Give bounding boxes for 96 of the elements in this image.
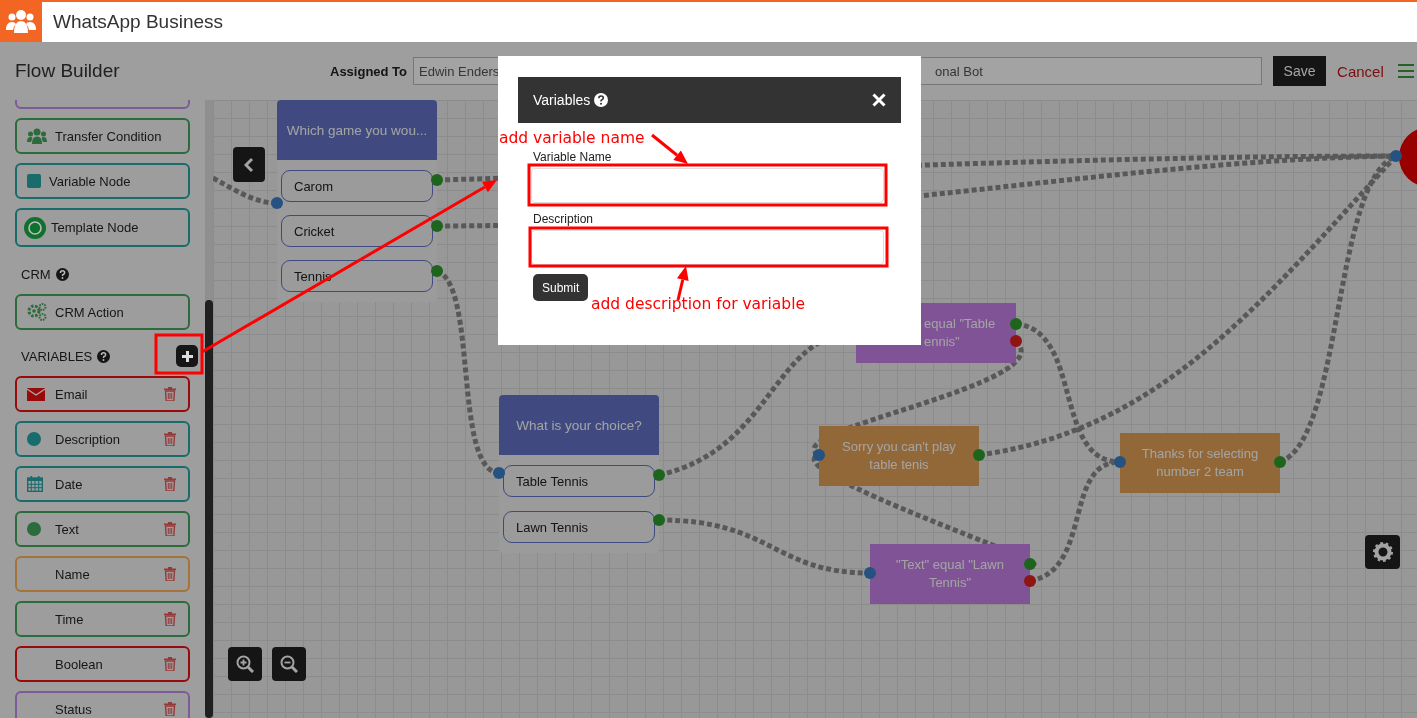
field-label: Assigned To [330,63,408,79]
palette-item[interactable]: CRM Action [15,294,190,330]
envelope-icon [27,387,45,401]
node-text: Thanks for selecting number 2 team [1140,445,1260,481]
output-port[interactable] [431,174,443,186]
template-icon [24,216,46,239]
item-label: Transfer Condition [55,128,162,144]
input-port[interactable] [813,449,825,461]
question-node[interactable]: Which game you wou... Carom Cricket Tennis [277,100,437,302]
submit-button[interactable]: Submit [533,274,589,301]
plus-icon [181,350,193,362]
option-button[interactable]: Lawn Tennis [503,511,655,543]
annotation-text: add variable name [499,129,645,147]
section-heading: VARIABLES [21,348,93,364]
help-icon[interactable] [594,93,609,107]
help-icon[interactable] [97,349,111,363]
settings-icon [1372,542,1393,562]
variable-item[interactable]: Name [15,556,190,592]
back-button[interactable] [233,147,265,182]
trash-icon[interactable] [164,702,176,716]
variable-label: Date [55,476,83,492]
node-title: Which game you wou... [286,122,428,138]
variable-label: Boolean [55,656,103,672]
option-button[interactable]: Tennis [281,260,433,292]
zoom-out-icon [280,655,298,673]
field-label: Description [533,212,594,226]
variable-item[interactable]: Description [15,421,190,457]
item-label: Variable Node [49,173,131,189]
output-port[interactable] [653,514,665,526]
trash-icon[interactable] [164,522,176,536]
variable-label: Description [55,431,121,447]
variable-item[interactable]: Text [15,511,190,547]
input-port[interactable] [1390,150,1402,162]
input-port[interactable] [493,467,505,479]
cancel-link[interactable]: Cancel [1337,62,1384,80]
add-variable-button[interactable] [176,345,199,367]
variable-item[interactable]: Status [15,691,190,718]
option-button[interactable]: Cricket [281,215,433,247]
section-heading: CRM [21,266,51,282]
gears-icon [27,303,47,321]
app-title: WhatsApp Business [53,11,224,33]
node-title: What is your choice? [516,417,642,433]
output-port[interactable] [653,469,665,481]
dialog-title: Variables [533,92,591,108]
annotation-text: add description for variable [591,295,805,313]
variable-label: Status [55,701,92,717]
item-label: Template Node [51,220,139,235]
item-label: CRM Action [55,304,124,320]
input-port[interactable] [1114,456,1126,468]
zoom-in-icon [236,655,254,673]
field-label: Variable Name [533,150,612,164]
node-text: Sorry you can't play table tenis [841,438,957,474]
variable-label: Email [55,386,88,402]
people-icon [27,128,47,144]
trash-icon[interactable] [164,432,176,446]
trash-icon[interactable] [164,567,176,581]
calendar-icon [27,476,43,492]
variable-item[interactable]: Email [15,376,190,412]
square-icon [27,174,41,188]
settings-button[interactable] [1365,535,1400,569]
close-icon [872,93,886,107]
variable-label: Text [55,521,79,537]
node-text: equal "Table ennis" [924,315,997,351]
close-button[interactable] [872,93,886,107]
zoom-in-button[interactable] [228,647,262,681]
variable-label: Time [55,611,84,627]
trash-icon[interactable] [164,387,176,401]
page-title: Flow Builder [15,60,121,82]
variable-item[interactable]: Boolean [15,646,190,682]
annotation-arrow [651,133,688,164]
dot-icon [27,432,41,446]
save-button[interactable]: Save [1273,56,1327,86]
input-port[interactable] [864,567,876,579]
variable-item[interactable]: Date [15,466,190,502]
output-port[interactable] [431,220,443,232]
palette-item[interactable]: Template Node [15,208,190,247]
trash-icon[interactable] [164,657,176,671]
node-text: "Text" equal "Lawn Tennis" [895,556,1005,592]
option-button[interactable]: Carom [281,170,433,202]
question-node[interactable]: What is your choice? Table Tennis Lawn Tennis [499,395,659,553]
chevron-left-icon [244,156,254,173]
variable-item[interactable]: Time [15,601,190,637]
option-button[interactable]: Table Tennis [503,465,655,497]
variable-label: Name [55,566,90,582]
trash-icon[interactable] [164,477,176,491]
palette-item[interactable]: Transfer Condition [15,118,190,154]
dot-icon [27,522,41,536]
scrollbar-thumb[interactable] [205,300,213,718]
output-port[interactable] [431,265,443,277]
input-port[interactable] [271,197,283,209]
highlight-box [154,333,204,375]
menu-icon[interactable] [1397,64,1414,78]
trash-icon[interactable] [164,612,176,626]
zoom-out-button[interactable] [272,647,306,681]
palette-item[interactable]: Variable Node [15,163,190,199]
help-icon[interactable] [55,267,69,281]
